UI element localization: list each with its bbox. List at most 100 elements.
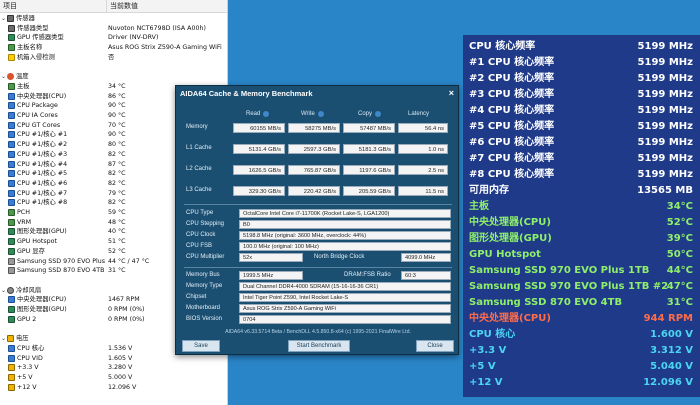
osd-row: 图形处理器(GPU) 39°C [469, 231, 697, 247]
gpu-icon [8, 238, 15, 246]
sensor-label: GPU 传感器类型 [0, 33, 107, 42]
divider [184, 267, 452, 268]
cpu-icon [8, 131, 15, 139]
cpu-icon [8, 179, 15, 187]
sensor-label: ⌄ 传感器 [0, 14, 107, 23]
sensor-label-text: CPU IA Cores [17, 112, 58, 119]
column-header-value[interactable]: 当前数值 [107, 0, 227, 12]
osd-row: CPU 核心 1.600 V [469, 327, 697, 343]
osd-label: 中央处理器(CPU) [469, 313, 551, 324]
sensor-value: 51 °C [108, 238, 126, 246]
sensor-value: 82 °C [108, 199, 126, 207]
cpu-icon [8, 199, 15, 207]
info-icon[interactable] [375, 111, 382, 117]
sensor-label-text: CPU 核心 [17, 344, 45, 352]
sensor-label-text: CPU VID [17, 354, 43, 362]
sensor-label-text: CPU Package [17, 102, 58, 110]
sensor-row[interactable]: +5 V 5.000 V [0, 373, 227, 382]
sensor-row[interactable]: GPU 传感器类型 Driver (NV-DRV) [0, 33, 227, 42]
osd-label: CPU 核心频率 [469, 41, 536, 52]
result-write-cell: 58275 MB/s [288, 123, 340, 133]
cpu-icon [8, 344, 15, 352]
sensor-label-text: +3.3 V [17, 364, 39, 372]
sensor-row[interactable]: 机箱入侵检测 否 [0, 53, 227, 62]
sensor-row[interactable]: +12 V 12.096 V [0, 383, 227, 392]
sensor-icon [7, 15, 14, 22]
sensor-label: CPU 核心 [0, 344, 107, 353]
memory-type-label: Memory Type [186, 283, 223, 289]
sensor-value: Asus ROG Strix Z590-A Gaming WiFi [108, 44, 222, 52]
osd-value: 5199 MHz [637, 41, 693, 52]
sensor-label: ⌄ 电压 [0, 334, 107, 343]
chipset-label: Chipset [186, 294, 207, 300]
osd-label: +3.3 V [469, 345, 507, 356]
close-button[interactable]: Close [416, 340, 454, 352]
sensor-label: GPU Hotspot [0, 237, 107, 246]
sensor-category[interactable]: ⌄ 传感器 [0, 14, 227, 23]
cpu-type-label: CPU Type [186, 210, 214, 216]
sensor-label-text: 温度 [16, 73, 29, 81]
memory-type-value: Dual Channel DDR4-4000 SDRAM (15-16-16-3… [239, 282, 451, 291]
sensor-value: 90 °C [108, 102, 126, 110]
cpu-stepping-label: CPU Stepping [186, 221, 225, 227]
sensor-icon [8, 24, 15, 32]
header-latency-label: Latency [408, 111, 430, 117]
sensor-label: 机箱入侵检测 [0, 53, 107, 62]
osd-value: 34°C [666, 201, 693, 212]
sensor-row[interactable]: 主板名称 Asus ROG Strix Z590-A Gaming WiFi [0, 43, 227, 52]
sensor-label: CPU #1/核心 #6 [0, 179, 107, 188]
sensor-label: 传感器类型 [0, 24, 107, 33]
sensor-label: 主板 [0, 82, 107, 91]
cpu-stepping-value: B0 [239, 220, 451, 229]
sensor-row[interactable]: 传感器类型 Nuvoton NCT6798D (ISA A00h) [0, 24, 227, 33]
sensor-value: 90 °C [108, 112, 126, 119]
sensor-label: CPU #1/核心 #2 [0, 140, 107, 149]
sensor-value: 44 °C / 47 °C [108, 257, 150, 265]
info-icon[interactable] [263, 111, 270, 117]
cpu-multiplier-value: 52x [239, 253, 303, 262]
disk-icon [8, 267, 15, 275]
cpu-multiplier-label: CPU Multiplier [186, 254, 225, 260]
sensor-label: +5 V [0, 373, 107, 382]
close-icon[interactable]: × [449, 86, 454, 101]
sensor-label-text: CPU #1/核心 #7 [17, 189, 68, 197]
start-benchmark-button[interactable]: Start Benchmark [288, 340, 350, 352]
benchmark-title-bar[interactable]: AIDA64 Cache & Memory Benchmark × [176, 86, 458, 101]
header-latency: Latency [408, 111, 429, 117]
info-icon[interactable] [317, 111, 324, 117]
cpu-fsb-label: CPU FSB [186, 243, 213, 249]
osd-label: #1 CPU 核心频率 [469, 57, 555, 68]
header-read: Read [246, 111, 270, 117]
sensor-row[interactable]: +3.3 V 3.280 V [0, 363, 227, 372]
osd-value: 5199 MHz [637, 73, 693, 84]
header-copy-label: Copy [358, 111, 373, 117]
sensor-category[interactable]: ⌄ 温度 [0, 72, 227, 81]
osd-row: GPU Hotspot 50°C [469, 247, 697, 263]
sensor-label-text: 传感器 [16, 15, 35, 22]
sensor-label-text: CPU #1/核心 #3 [17, 150, 68, 158]
sensor-row[interactable] [0, 63, 227, 72]
osd-value: 5199 MHz [637, 89, 693, 100]
cpu-clock-label: CPU Clock [186, 232, 216, 238]
osd-value: 12.096 V [643, 377, 693, 388]
sensor-label-text: CPU GT Cores [17, 121, 61, 129]
sensor-value: Nuvoton NCT6798D (ISA A00h) [108, 24, 206, 32]
sensor-value: 86 °C [108, 92, 126, 100]
benchmark-title: AIDA64 Cache & Memory Benchmark [180, 89, 313, 98]
osd-row: CPU 核心频率 5199 MHz [469, 39, 697, 55]
osd-label: #7 CPU 核心频率 [469, 153, 555, 164]
osd-value: 39°C [666, 233, 693, 244]
sensor-label: CPU #1/核心 #5 [0, 169, 107, 178]
save-button[interactable]: Save [182, 340, 220, 352]
osd-value: 5199 MHz [637, 121, 693, 132]
volt-icon [8, 364, 15, 372]
sensor-value: 31 °C [108, 267, 126, 275]
sensor-label-text: GPU 传感器类型 [17, 34, 64, 42]
osd-label: GPU Hotspot [469, 249, 541, 260]
column-header-item[interactable]: 项目 [0, 0, 107, 12]
sensor-label: CPU VID [0, 354, 107, 363]
osd-label: CPU 核心 [469, 329, 516, 340]
sensor-value: 59 °C [108, 209, 126, 216]
sensor-label-text: GPU 2 [17, 315, 37, 323]
result-copy-cell: 1197.6 GB/s [343, 165, 395, 175]
